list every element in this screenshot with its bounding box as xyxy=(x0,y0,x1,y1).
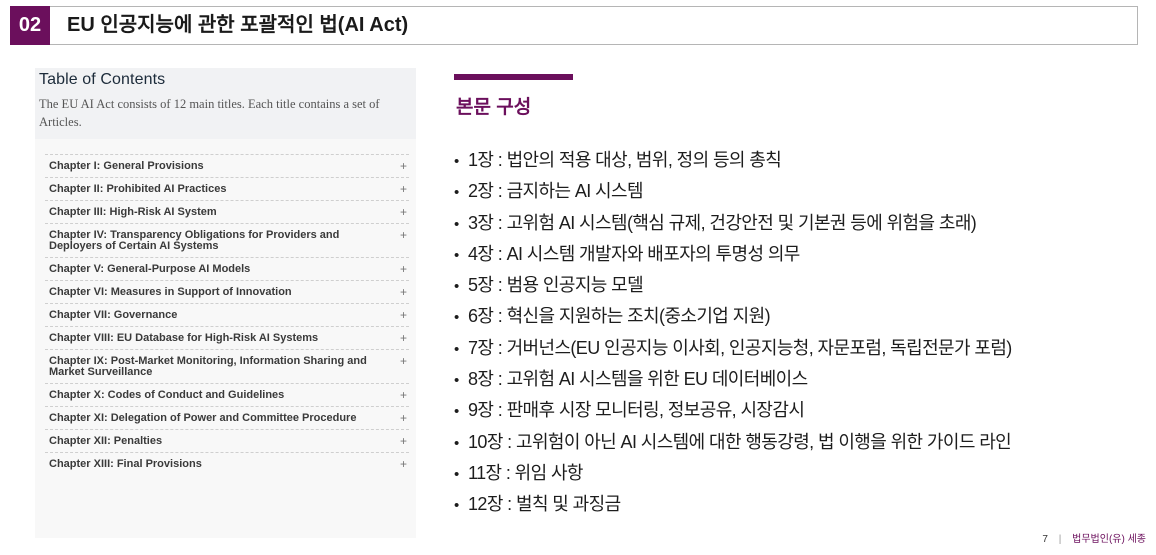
toc-chapter-item[interactable]: Chapter XIII: Final Provisions + xyxy=(45,452,409,475)
toc-chapter-item[interactable]: Chapter III: High-Risk AI System + xyxy=(45,200,409,223)
chapter-summary-list: • 1장 : 법안의 적용 대상, 범위, 정의 등의 총칙 • 2장 : 금지하는 … xyxy=(454,146,1012,522)
list-item: • 1장 : 법안의 적용 대상, 범위, 정의 등의 총칙 xyxy=(454,146,1012,177)
expand-plus-icon[interactable]: + xyxy=(400,263,407,275)
list-item-text: 12장 : 벌칙 및 과징금 xyxy=(468,494,621,515)
toc-chapter-label: Chapter IV: Transparency Obligations for… xyxy=(49,229,340,252)
list-item-text: 4장 : AI 시스템 개발자와 배포자의 투명성 의무 xyxy=(468,243,800,264)
list-item: • 6장 : 혁신을 지원하는 조치(중소기업 지원) xyxy=(454,302,1012,333)
toc-chapter-label: Chapter VI: Measures in Support of Innov… xyxy=(49,286,292,298)
table-of-contents-panel: Table of Contents The EU AI Act consists… xyxy=(35,68,416,538)
expand-plus-icon[interactable]: + xyxy=(400,389,407,401)
expand-plus-icon[interactable]: + xyxy=(400,286,407,298)
page-footer: 7 | 법무법인(유) 세종 xyxy=(1042,530,1146,545)
bullet-icon: • xyxy=(454,153,459,170)
section-title: 본문 구성 xyxy=(456,97,532,118)
expand-plus-icon[interactable]: + xyxy=(400,183,407,195)
toc-chapter-label: Chapter X: Codes of Conduct and Guidelin… xyxy=(49,389,285,401)
list-item: • 3장 : 고위험 AI 시스템(핵심 규제, 건강안전 및 기본권 등에 위험… xyxy=(454,209,1012,240)
expand-plus-icon[interactable]: + xyxy=(400,412,407,424)
bullet-icon: • xyxy=(454,372,459,390)
list-item: • 4장 : AI 시스템 개발자와 배포자의 투명성 의무 xyxy=(454,240,1012,271)
toc-chapter-item[interactable]: Chapter II: Prohibited AI Practices + xyxy=(45,177,409,200)
toc-chapter-label: Chapter V: General-Purpose AI Models xyxy=(49,263,251,275)
expand-plus-icon[interactable]: + xyxy=(400,160,407,172)
expand-plus-icon[interactable]: + xyxy=(400,435,407,447)
toc-title: Table of Contents xyxy=(39,71,166,88)
accent-bar xyxy=(454,74,573,80)
bullet-icon: • xyxy=(454,184,459,202)
list-item: • 8장 : 고위험 AI 시스템을 위한 EU 데이터베이스 xyxy=(454,365,1012,396)
list-item: • 9장 : 판매후 시장 모니터링, 정보공유, 시장감시 xyxy=(454,396,1012,427)
bullet-icon: • xyxy=(454,278,459,296)
toc-chapter-item[interactable]: Chapter XI: Delegation of Power and Comm… xyxy=(45,406,409,429)
toc-chapter-label: Chapter IX: Post-Market Monitoring, Info… xyxy=(49,355,367,378)
toc-chapter-item[interactable]: Chapter I: General Provisions + xyxy=(45,154,409,177)
toc-chapter-item[interactable]: Chapter V: General-Purpose AI Models + xyxy=(45,257,409,280)
bullet-icon: • xyxy=(454,309,459,327)
expand-plus-icon[interactable]: + xyxy=(400,206,407,218)
bullet-icon: • xyxy=(454,497,459,515)
expand-plus-icon[interactable]: + xyxy=(400,355,407,367)
toc-chapter-label: Chapter III: High-Risk AI System xyxy=(49,206,217,218)
expand-plus-icon[interactable]: + xyxy=(400,458,407,470)
list-item-text: 9장 : 판매후 시장 모니터링, 정보공유, 시장감시 xyxy=(468,400,805,421)
list-item-text: 7장 : 거버넌스(EU 인공지능 이사회, 인공지능청, 자문포럼, 독립전문… xyxy=(468,337,1012,358)
toc-chapter-label: Chapter VIII: EU Database for High-Risk … xyxy=(49,332,319,344)
toc-chapter-item[interactable]: Chapter VIII: EU Database for High-Risk … xyxy=(45,326,409,349)
list-item-text: 10장 : 고위험이 아닌 AI 시스템에 대한 행동강령, 법 이행을 위한 … xyxy=(468,431,1012,452)
footer-separator: | xyxy=(1058,534,1062,545)
bullet-icon: • xyxy=(454,215,459,233)
expand-plus-icon[interactable]: + xyxy=(400,332,407,344)
toc-chapter-label: Chapter XIII: Final Provisions xyxy=(49,458,202,470)
list-item: • 11장 : 위임 사항 xyxy=(454,459,1012,490)
toc-chapter-item[interactable]: Chapter VII: Governance + xyxy=(45,303,409,326)
toc-description: The EU AI Act consists of 12 main titles… xyxy=(39,97,380,129)
toc-chapter-item[interactable]: Chapter VI: Measures in Support of Innov… xyxy=(45,280,409,303)
bullet-icon: • xyxy=(454,434,459,452)
toc-chapter-item[interactable]: Chapter IX: Post-Market Monitoring, Info… xyxy=(45,349,409,383)
bullet-icon: • xyxy=(454,246,459,264)
list-item-text: 3장 : 고위험 AI 시스템(핵심 규제, 건강안전 및 기본권 등에 위험을… xyxy=(468,212,977,233)
page-number: 7 xyxy=(1042,534,1048,545)
bullet-icon: • xyxy=(454,465,459,483)
slide-header: 02 EU 인공지능에 관한 포괄적인 법(AI Act) xyxy=(10,6,1138,45)
toc-chapter-label: Chapter XI: Delegation of Power and Comm… xyxy=(49,412,357,424)
firm-name: 법무법인(유) 세종 xyxy=(1072,534,1146,545)
bullet-icon: • xyxy=(454,403,459,421)
toc-chapter-item[interactable]: Chapter IV: Transparency Obligations for… xyxy=(45,223,409,257)
toc-chapter-list: Chapter I: General Provisions + Chapter II… xyxy=(45,154,409,475)
list-item: • 7장 : 거버넌스(EU 인공지능 이사회, 인공지능청, 자문포럼, 독립전… xyxy=(454,334,1012,365)
toc-header: Table of Contents The EU AI Act consists… xyxy=(35,68,416,139)
toc-chapter-label: Chapter VII: Governance xyxy=(49,309,178,321)
list-item-text: 6장 : 혁신을 지원하는 조치(중소기업 지원) xyxy=(468,306,771,327)
toc-chapter-item[interactable]: Chapter X: Codes of Conduct and Guidelin… xyxy=(45,383,409,406)
list-item: • 10장 : 고위험이 아닌 AI 시스템에 대한 행동강령, 법 이행을 위한… xyxy=(454,428,1012,459)
toc-chapter-label: Chapter II: Prohibited AI Practices xyxy=(49,183,227,195)
slide-title: EU 인공지능에 관한 포괄적인 법(AI Act) xyxy=(67,14,409,36)
expand-plus-icon[interactable]: + xyxy=(400,229,407,241)
toc-chapter-item[interactable]: Chapter XII: Penalties + xyxy=(45,429,409,452)
list-item: • 5장 : 범용 인공지능 모델 xyxy=(454,271,1012,302)
list-item-text: 11장 : 위임 사항 xyxy=(468,462,583,483)
list-item: • 2장 : 금지하는 AI 시스템 xyxy=(454,177,1012,208)
list-item: • 12장 : 벌칙 및 과징금 xyxy=(454,490,1012,521)
toc-chapter-label: Chapter XII: Penalties xyxy=(49,435,163,447)
bullet-icon: • xyxy=(454,340,459,358)
section-number: 02 xyxy=(10,6,50,45)
list-item-text: 1장 : 법안의 적용 대상, 범위, 정의 등의 총칙 xyxy=(468,150,782,170)
list-item-text: 2장 : 금지하는 AI 시스템 xyxy=(468,181,644,202)
toc-chapter-label: Chapter I: General Provisions xyxy=(49,160,204,172)
list-item-text: 5장 : 범용 인공지능 모델 xyxy=(468,275,644,296)
list-item-text: 8장 : 고위험 AI 시스템을 위한 EU 데이터베이스 xyxy=(468,369,808,390)
expand-plus-icon[interactable]: + xyxy=(400,309,407,321)
